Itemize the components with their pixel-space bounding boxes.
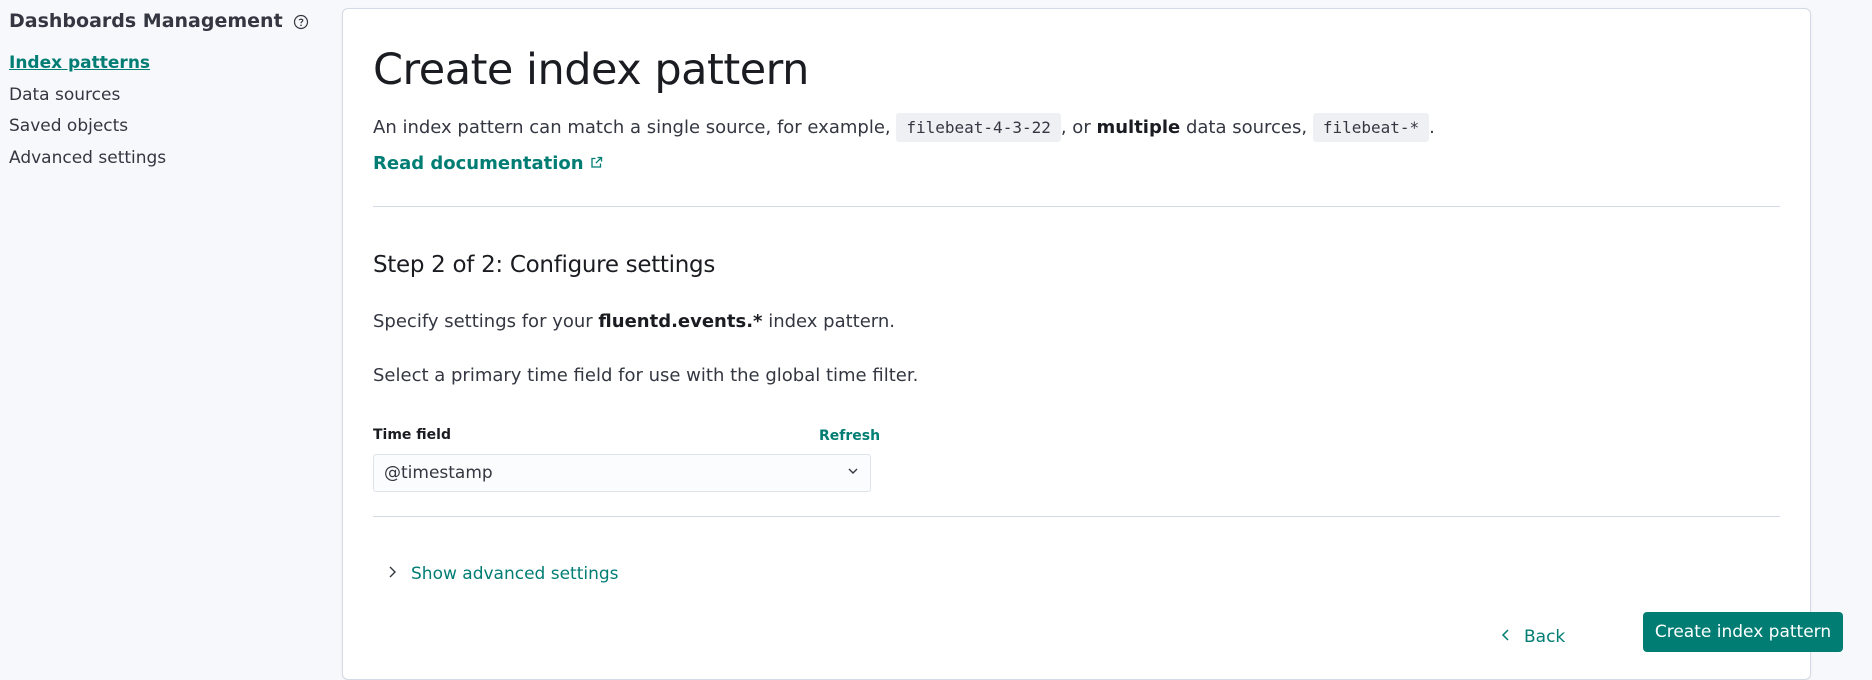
chevron-right-icon (387, 564, 399, 584)
sidebar-item-advanced-settings[interactable]: Advanced settings (9, 143, 166, 175)
divider-bottom (373, 516, 1780, 517)
specify-text: Specify settings for your fluentd.events… (373, 311, 895, 332)
external-link-icon (590, 153, 603, 174)
time-field-select[interactable]: @timestamp (373, 454, 871, 492)
sidebar-nav: Index patterns Data sources Saved object… (9, 48, 166, 174)
sidebar-item-saved-objects[interactable]: Saved objects (9, 111, 166, 143)
main-panel: Create index pattern An index pattern ca… (342, 8, 1843, 680)
intro-text: An index pattern can match a single sour… (373, 113, 1435, 142)
page-title: Create index pattern (373, 45, 809, 95)
refresh-link[interactable]: Refresh (819, 428, 880, 444)
show-advanced-settings-label: Show advanced settings (411, 564, 619, 584)
sidebar-item-data-sources[interactable]: Data sources (9, 80, 166, 112)
example-code-single: filebeat-4-3-22 (896, 113, 1061, 142)
back-button-label: Back (1524, 627, 1566, 647)
intro-part3: data sources, (1185, 117, 1308, 138)
read-documentation-link[interactable]: Read documentation (373, 153, 603, 174)
step-title: Step 2 of 2: Configure settings (373, 252, 716, 278)
intro-part4: . (1429, 117, 1435, 138)
back-button[interactable]: Back (1500, 627, 1565, 647)
time-field-value: @timestamp (384, 463, 493, 483)
chevron-left-icon (1500, 627, 1512, 647)
intro-part2: , or (1060, 117, 1091, 138)
chevron-down-icon (846, 463, 860, 483)
read-documentation-label: Read documentation (373, 153, 584, 174)
show-advanced-settings-toggle[interactable]: Show advanced settings (387, 564, 619, 584)
time-field-label: Time field (373, 427, 451, 443)
create-index-pattern-button[interactable]: Create index pattern (1643, 612, 1843, 652)
example-code-multiple: filebeat-* (1312, 113, 1430, 142)
specify-prefix: Specify settings for your (373, 311, 593, 332)
intro-part1: An index pattern can match a single sour… (373, 117, 891, 138)
sidebar-title-text: Dashboards Management (9, 10, 283, 32)
pattern-name: fluentd.events.* (598, 311, 763, 332)
time-field-hint: Select a primary time field for use with… (373, 365, 919, 386)
help-icon[interactable] (293, 13, 309, 30)
intro-bold: multiple (1096, 117, 1181, 138)
sidebar: Dashboards Management Index patterns Dat… (0, 0, 330, 661)
sidebar-title: Dashboards Management (9, 10, 309, 32)
specify-suffix: index pattern. (768, 311, 896, 332)
sidebar-item-index-patterns[interactable]: Index patterns (9, 48, 166, 80)
divider-top (373, 206, 1780, 207)
